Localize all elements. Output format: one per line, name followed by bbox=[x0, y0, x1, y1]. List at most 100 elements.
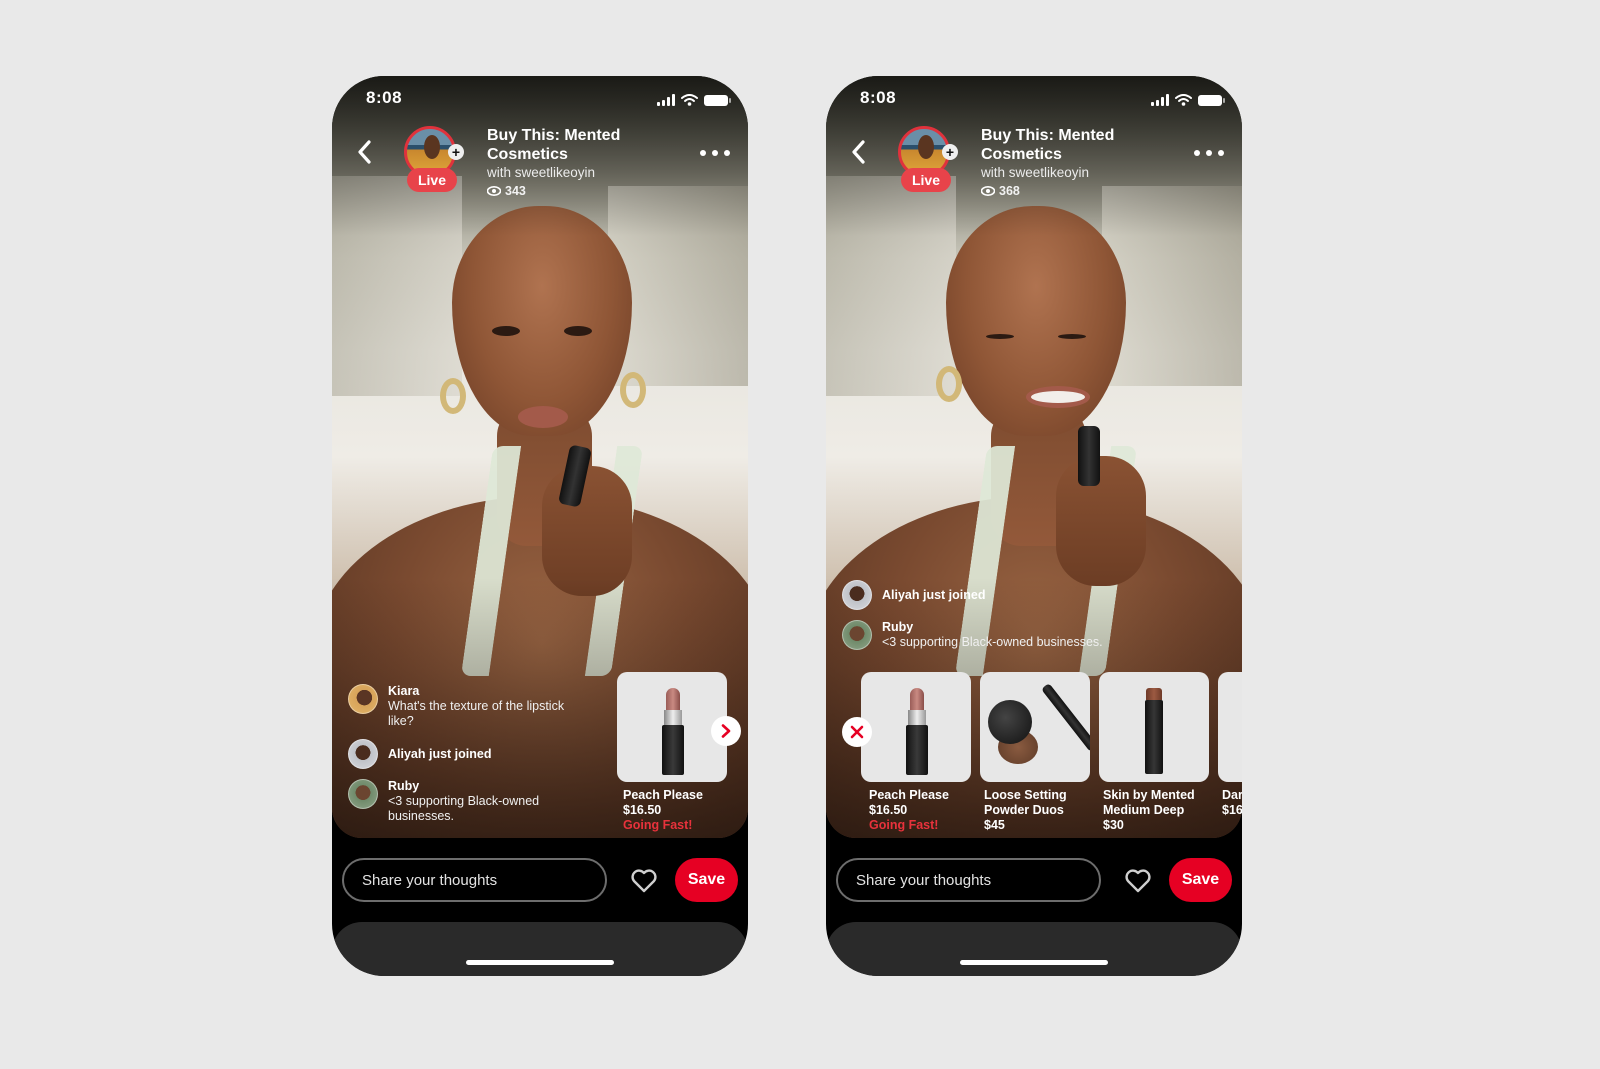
ellipsis-dot bbox=[1194, 150, 1200, 156]
ellipsis-dot bbox=[724, 150, 730, 156]
presenter-head bbox=[452, 206, 632, 436]
chat-avatar bbox=[842, 580, 872, 610]
live-chat: Aliyah just joined Ruby <3 supporting Bl… bbox=[842, 580, 1142, 660]
chat-join-message: Aliyah just joined bbox=[882, 588, 986, 602]
product-price: $16.50 bbox=[869, 803, 908, 817]
wifi-icon bbox=[1175, 94, 1192, 106]
chat-join-notice: Aliyah just joined bbox=[842, 580, 1142, 610]
chat-avatar bbox=[348, 739, 378, 769]
status-bar: 8:08 bbox=[332, 88, 748, 112]
phone-screen-product-collapsed: 8:08 + Live Buy This: Mented Cosmetics w… bbox=[332, 76, 748, 976]
home-indicator[interactable] bbox=[466, 960, 614, 965]
home-area bbox=[332, 922, 748, 976]
live-badge: Live bbox=[407, 168, 457, 192]
chevron-right-icon bbox=[721, 724, 731, 738]
product-image bbox=[1218, 672, 1242, 782]
status-time: 8:08 bbox=[860, 88, 897, 107]
product-image-foundation-stick bbox=[1099, 672, 1209, 782]
host-name[interactable]: with sweetlikeoyin bbox=[981, 164, 1171, 181]
phone-screen-product-expanded: 8:08 + Live Buy This: Mented Cosmetics w… bbox=[826, 76, 1242, 976]
save-button[interactable]: Save bbox=[675, 858, 738, 902]
status-time: 8:08 bbox=[366, 88, 403, 107]
more-options-button[interactable] bbox=[1194, 146, 1224, 160]
follow-plus-icon[interactable]: + bbox=[448, 144, 464, 160]
chat-avatar bbox=[348, 684, 378, 714]
chat-join-notice: Aliyah just joined bbox=[348, 739, 588, 769]
presenter-eye bbox=[492, 326, 520, 336]
product-card[interactable]: Dar $16 bbox=[1218, 672, 1242, 818]
chat-username: Ruby bbox=[882, 620, 914, 634]
eye-icon bbox=[981, 186, 995, 196]
product-name: Loose Setting Powder Duos bbox=[984, 788, 1067, 817]
chat-message: <3 supporting Black-owned businesses. bbox=[388, 794, 540, 823]
product-card[interactable]: Peach Please $16.50 Going Fast! bbox=[617, 672, 727, 833]
product-name: Peach Please bbox=[623, 788, 703, 802]
product-price: $16 bbox=[1222, 803, 1242, 817]
presenter-hand bbox=[1056, 456, 1146, 586]
earring bbox=[936, 366, 962, 402]
wifi-icon bbox=[681, 94, 698, 106]
comment-input[interactable] bbox=[342, 858, 607, 902]
comment-input[interactable] bbox=[836, 858, 1101, 902]
viewer-count-value: 343 bbox=[505, 184, 526, 198]
chat-join-message: Aliyah just joined bbox=[388, 747, 492, 761]
cellular-signal-icon bbox=[657, 94, 675, 106]
viewer-count: 368 bbox=[981, 181, 1171, 201]
host-avatar-group[interactable]: + Live bbox=[898, 126, 958, 198]
chat-message: <3 supporting Black-owned businesses. bbox=[882, 635, 1103, 649]
earring bbox=[440, 378, 466, 414]
live-badge: Live bbox=[901, 168, 951, 192]
follow-plus-icon[interactable]: + bbox=[942, 144, 958, 160]
viewer-count-value: 368 bbox=[999, 184, 1020, 198]
cellular-signal-icon bbox=[1151, 94, 1169, 106]
presenter-eye-closed bbox=[986, 334, 1014, 339]
product-image-lipstick bbox=[861, 672, 971, 782]
product-name: Dar bbox=[1222, 788, 1242, 802]
product-price: $30 bbox=[1103, 818, 1124, 832]
host-avatar-group[interactable]: + Live bbox=[404, 126, 464, 198]
heart-outline-icon[interactable] bbox=[630, 868, 658, 894]
chat-comment: Ruby <3 supporting Black-owned businesse… bbox=[842, 620, 1142, 650]
back-button[interactable] bbox=[846, 136, 870, 168]
stream-header: + Live Buy This: Mented Cosmetics with s… bbox=[332, 126, 748, 206]
ellipsis-dot bbox=[700, 150, 706, 156]
product-stock-tag: Going Fast! bbox=[869, 818, 939, 832]
stream-title: Buy This: Mented Cosmetics bbox=[487, 127, 621, 163]
product-card[interactable]: Loose Setting Powder Duos $45 bbox=[980, 672, 1090, 833]
viewer-count: 343 bbox=[487, 181, 677, 201]
held-lipstick bbox=[1078, 426, 1100, 486]
heart-outline-icon[interactable] bbox=[1124, 868, 1152, 894]
presenter-hand bbox=[542, 466, 632, 596]
presenter-eye-closed bbox=[1058, 334, 1086, 339]
stream-title: Buy This: Mented Cosmetics bbox=[981, 127, 1115, 163]
live-chat: Kiara What's the texture of the lipstick… bbox=[348, 684, 588, 834]
host-name[interactable]: with sweetlikeoyin bbox=[487, 164, 677, 181]
close-products-button[interactable] bbox=[842, 717, 872, 747]
chat-username: Kiara bbox=[388, 684, 420, 698]
earring bbox=[620, 372, 646, 408]
stream-header: + Live Buy This: Mented Cosmetics with s… bbox=[826, 126, 1242, 206]
product-name: Skin by Mented Medium Deep bbox=[1103, 788, 1195, 817]
chat-avatar bbox=[842, 620, 872, 650]
next-product-button[interactable] bbox=[711, 716, 741, 746]
back-button[interactable] bbox=[352, 136, 376, 168]
product-price: $16.50 bbox=[623, 803, 662, 817]
chat-comment: Ruby <3 supporting Black-owned businesse… bbox=[348, 779, 588, 824]
product-image-powder-brush bbox=[980, 672, 1090, 782]
product-card[interactable]: Skin by Mented Medium Deep $30 bbox=[1099, 672, 1209, 833]
save-button[interactable]: Save bbox=[1169, 858, 1232, 902]
home-indicator[interactable] bbox=[960, 960, 1108, 965]
chevron-left-icon bbox=[358, 140, 371, 164]
battery-icon bbox=[1198, 95, 1225, 106]
more-options-button[interactable] bbox=[700, 146, 730, 160]
status-bar: 8:08 bbox=[826, 88, 1242, 112]
ellipsis-dot bbox=[712, 150, 718, 156]
presenter-smile bbox=[1026, 386, 1090, 408]
chat-message: What's the texture of the lipstick like? bbox=[388, 699, 565, 728]
close-x-icon bbox=[850, 725, 864, 739]
eye-icon bbox=[487, 186, 501, 196]
home-area bbox=[826, 922, 1242, 976]
product-stock-tag: Going Fast! bbox=[623, 818, 693, 832]
chat-avatar bbox=[348, 779, 378, 809]
product-card[interactable]: Peach Please $16.50 Going Fast! bbox=[861, 672, 971, 833]
